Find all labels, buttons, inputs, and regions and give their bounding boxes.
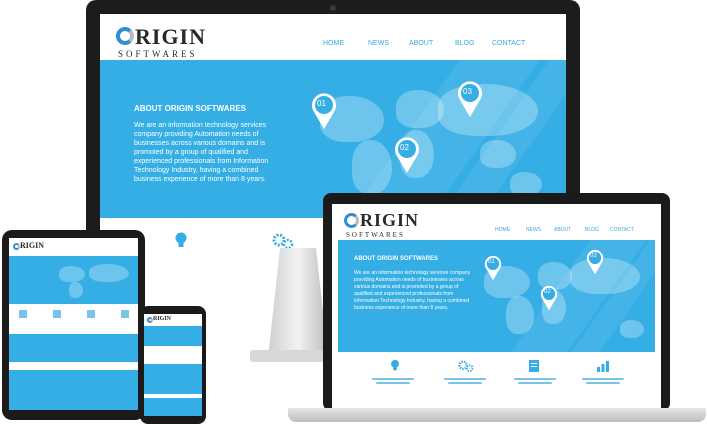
logo-wordmark: RIGIN [360,210,420,230]
laptop-nav: HOME NEWS ABOUT BLOG CONTACT [482,227,657,237]
tablet-hero [9,256,138,304]
laptop-logo[interactable]: RIGIN SOFTWARES [344,210,434,240]
map-pin-01[interactable]: 01 [484,255,502,281]
map-pin-02[interactable]: 02 [540,285,558,311]
logo-tagline: SOFTWARES [118,49,198,59]
logo-wordmark: RIGIN [135,24,207,49]
nav-about[interactable]: ABOUT [409,40,433,47]
desktop-hero-title: ABOUT ORIGIN SOFTWARES [134,104,246,113]
nav-news[interactable]: NEWS [368,40,389,47]
lightbulb-icon [390,359,400,378]
map-pin-02[interactable]: 02 [394,136,420,174]
logo-o-icon [344,213,359,228]
laptop-hero-title: ABOUT ORIGIN SOFTWARES [354,256,438,262]
logo-tagline: SOFTWARES [346,231,405,239]
nav-blog[interactable]: BLOG [455,40,474,47]
map-pin-03[interactable]: 03 [586,249,604,275]
monitor-camera [330,5,336,11]
phone-hero [144,326,202,346]
nav-about[interactable]: ABOUT [554,227,571,233]
logo-wordmark: RIGIN [153,316,172,322]
desktop-hero-body: We are an information technology service… [134,122,269,183]
tablet: RIGIN [2,230,145,420]
phone-screen: RIGIN [144,314,202,416]
laptop-hero: ABOUT ORIGIN SOFTWARES We are an informa… [338,240,655,352]
tablet-contact-band [9,370,138,410]
phone-contact-band [144,398,202,416]
map-pin-01[interactable]: 01 [311,92,337,130]
monitor-stand [268,248,328,358]
nav-home[interactable]: HOME [323,40,344,47]
tablet-screen: RIGIN [9,238,138,410]
nav-blog[interactable]: BLOG [585,227,599,233]
laptop-base [288,408,706,422]
gears-icon [272,232,294,248]
nav-home[interactable]: HOME [495,227,510,233]
logo-o-icon [116,27,134,45]
desktop-nav: HOME NEWS ABOUT BLOG CONTACT [310,40,560,52]
laptop: RIGIN SOFTWARES HOME NEWS ABOUT BLOG CON… [323,193,670,411]
phone-about-band [144,364,202,394]
tablet-logo[interactable]: RIGIN [13,241,53,255]
phone: RIGIN [140,306,206,424]
map-pin-03[interactable]: 03 [457,80,483,118]
phone-logo[interactable]: RIGIN [147,316,187,326]
logo-o-icon [13,243,20,250]
chart-icon [596,359,610,378]
nav-news[interactable]: NEWS [526,227,541,233]
tablet-about-band [9,334,138,362]
nav-contact[interactable]: CONTACT [610,227,634,233]
lightbulb-icon [174,232,188,248]
nav-contact[interactable]: CONTACT [492,40,525,47]
document-icon [528,359,540,378]
laptop-hero-body: We are an information technology service… [354,270,471,311]
logo-wordmark: RIGIN [20,241,45,250]
gears-icon [458,359,474,378]
desktop-logo[interactable]: RIGIN SOFTWARES [116,24,226,62]
laptop-screen: RIGIN SOFTWARES HOME NEWS ABOUT BLOG CON… [332,204,661,409]
